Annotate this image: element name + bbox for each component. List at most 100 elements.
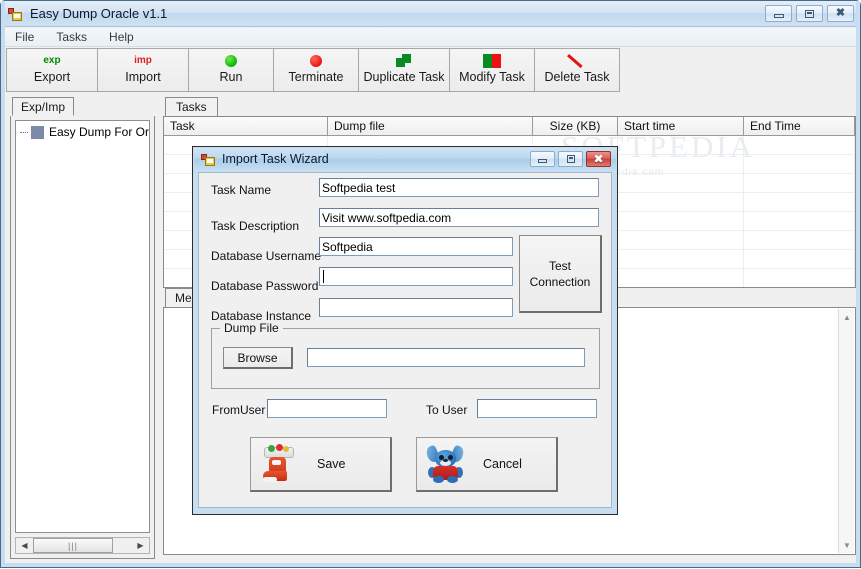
dialog-title: Import Task Wizard <box>222 152 329 166</box>
minimize-button[interactable] <box>765 5 792 22</box>
toolbar-button-import[interactable]: imp Import <box>97 48 189 92</box>
window-title: Easy Dump Oracle v1.1 <box>30 6 168 21</box>
app-icon <box>201 152 216 167</box>
toolbar-label-run: Run <box>219 70 243 84</box>
tree-node-square-icon <box>30 125 44 139</box>
database-password-input[interactable] <box>319 267 513 286</box>
column-header-task[interactable]: Task <box>164 117 328 135</box>
toolbar-button-delete-task[interactable]: Delete Task <box>534 48 620 92</box>
label-database-username: Database Username <box>211 249 322 263</box>
scrollbar-track[interactable] <box>113 538 132 553</box>
toolbar-label-modify-task: Modify Task <box>459 70 525 84</box>
scroll-left-arrow-icon[interactable]: ◀ <box>16 538 33 553</box>
menu-item-file[interactable]: File <box>15 30 34 44</box>
dialog-titlebar: Import Task Wizard ✖ <box>194 148 616 170</box>
database-username-input[interactable]: Softpedia <box>319 237 513 256</box>
duplicate-squares-icon <box>395 53 413 68</box>
maximize-icon <box>566 155 575 163</box>
text-caret <box>323 270 324 283</box>
scroll-up-arrow-icon[interactable]: ▲ <box>839 309 855 325</box>
toolbar-label-import: Import <box>125 70 161 84</box>
exp-imp-panel: Exp/Imp Easy Dump For Or ◀ ||| ▶ <box>10 97 155 559</box>
left-tabstrip: Exp/Imp <box>10 97 155 117</box>
menu-item-help[interactable]: Help <box>109 30 134 44</box>
application-window: Easy Dump Oracle v1.1 ✖ File Tasks Help … <box>0 0 861 568</box>
to-user-input[interactable] <box>477 399 597 418</box>
cancel-button-label: Cancel <box>483 457 522 471</box>
stitch-character-icon <box>424 444 466 484</box>
task-description-input[interactable]: Visit www.softpedia.com <box>319 208 599 227</box>
toolbar: exp Export imp Import Run Terminate Dupl… <box>6 48 856 94</box>
red-circle-icon <box>310 54 322 67</box>
minimize-icon <box>538 159 547 163</box>
toolbar-button-run[interactable]: Run <box>188 48 274 92</box>
dialog-minimize-button[interactable] <box>530 151 555 167</box>
treeview-horizontal-scrollbar[interactable]: ◀ ||| ▶ <box>15 537 150 554</box>
exp-imp-panel-body: Easy Dump For Or ◀ ||| ▶ <box>10 116 155 559</box>
label-task-description: Task Description <box>211 219 300 233</box>
from-user-input[interactable] <box>267 399 387 418</box>
label-task-name: Task Name <box>211 183 272 197</box>
messages-vertical-scrollbar[interactable]: ▲ ▼ <box>838 309 854 553</box>
tasks-tabstrip: Tasks <box>163 97 856 116</box>
label-database-password: Database Password <box>211 279 319 293</box>
field-row-database-instance: Database Instance <box>211 309 319 323</box>
tree-connector-icon <box>20 132 28 133</box>
toolbar-button-modify-task[interactable]: Modify Task <box>449 48 535 92</box>
column-header-dump-file[interactable]: Dump file <box>328 117 533 135</box>
test-connection-label-line2: Connection <box>529 274 591 289</box>
field-row-task-name: Task Name <box>211 183 319 197</box>
field-row-database-username: Database Username <box>211 249 322 263</box>
test-connection-label-line1: Test <box>548 258 571 273</box>
test-connection-button[interactable]: Test Connection <box>519 235 602 313</box>
scroll-down-arrow-icon[interactable]: ▼ <box>839 537 855 553</box>
toolbar-label-terminate: Terminate <box>288 70 344 84</box>
tree-node-easy-dump[interactable]: Easy Dump For Or <box>16 124 149 140</box>
dialog-close-button[interactable]: ✖ <box>586 151 611 167</box>
listview-header: Task Dump file Size (KB) Start time End … <box>164 117 855 136</box>
christmas-stocking-icon <box>261 444 299 484</box>
dump-file-path-input[interactable] <box>307 348 585 367</box>
column-header-start-time[interactable]: Start time <box>618 117 744 135</box>
column-header-size-kb[interactable]: Size (KB) <box>533 117 618 135</box>
green-red-bars-icon <box>483 53 501 68</box>
red-diagonal-line-icon <box>567 54 587 68</box>
dialog-maximize-button[interactable] <box>558 151 583 167</box>
green-circle-icon <box>225 54 237 67</box>
scrollbar-thumb[interactable]: ||| <box>33 538 113 553</box>
minimize-icon <box>773 13 784 18</box>
save-button[interactable]: Save <box>250 437 392 492</box>
database-instance-input[interactable] <box>319 298 513 317</box>
column-header-end-time[interactable]: End Time <box>744 117 855 135</box>
tab-exp-imp[interactable]: Exp/Imp <box>12 97 75 116</box>
browse-button[interactable]: Browse <box>223 347 293 369</box>
label-database-instance: Database Instance <box>211 309 312 323</box>
app-icon <box>8 6 24 22</box>
exp-imp-treeview[interactable]: Easy Dump For Or <box>15 120 150 533</box>
menu-item-tasks[interactable]: Tasks <box>56 30 87 44</box>
cancel-button[interactable]: Cancel <box>416 437 558 492</box>
window-controls: ✖ <box>765 5 854 22</box>
task-name-input[interactable]: Softpedia test <box>319 178 599 197</box>
exp-text-icon: exp <box>43 54 61 66</box>
scroll-right-arrow-icon[interactable]: ▶ <box>132 538 149 553</box>
label-from-user: FromUser <box>212 403 266 417</box>
toolbar-button-duplicate-task[interactable]: Duplicate Task <box>358 48 450 92</box>
field-row-task-description: Task Description <box>211 219 319 233</box>
toolbar-label-delete-task: Delete Task <box>544 70 610 84</box>
tree-node-label: Easy Dump For Or <box>48 125 149 139</box>
maximize-button[interactable] <box>796 5 823 22</box>
toolbar-button-terminate[interactable]: Terminate <box>273 48 359 92</box>
save-button-label: Save <box>317 457 346 471</box>
toolbar-label-export: Export <box>33 70 71 84</box>
field-row-database-password: Database Password <box>211 279 319 293</box>
close-icon: ✖ <box>593 152 604 166</box>
maximize-icon <box>805 9 814 18</box>
toolbar-label-duplicate-task: Duplicate Task <box>363 70 445 84</box>
label-to-user: To User <box>426 403 468 417</box>
toolbar-button-export[interactable]: exp Export <box>6 48 98 92</box>
close-button[interactable]: ✖ <box>827 5 854 22</box>
tab-tasks[interactable]: Tasks <box>165 97 218 116</box>
menubar: File Tasks Help <box>5 28 856 47</box>
close-icon: ✖ <box>835 7 846 19</box>
